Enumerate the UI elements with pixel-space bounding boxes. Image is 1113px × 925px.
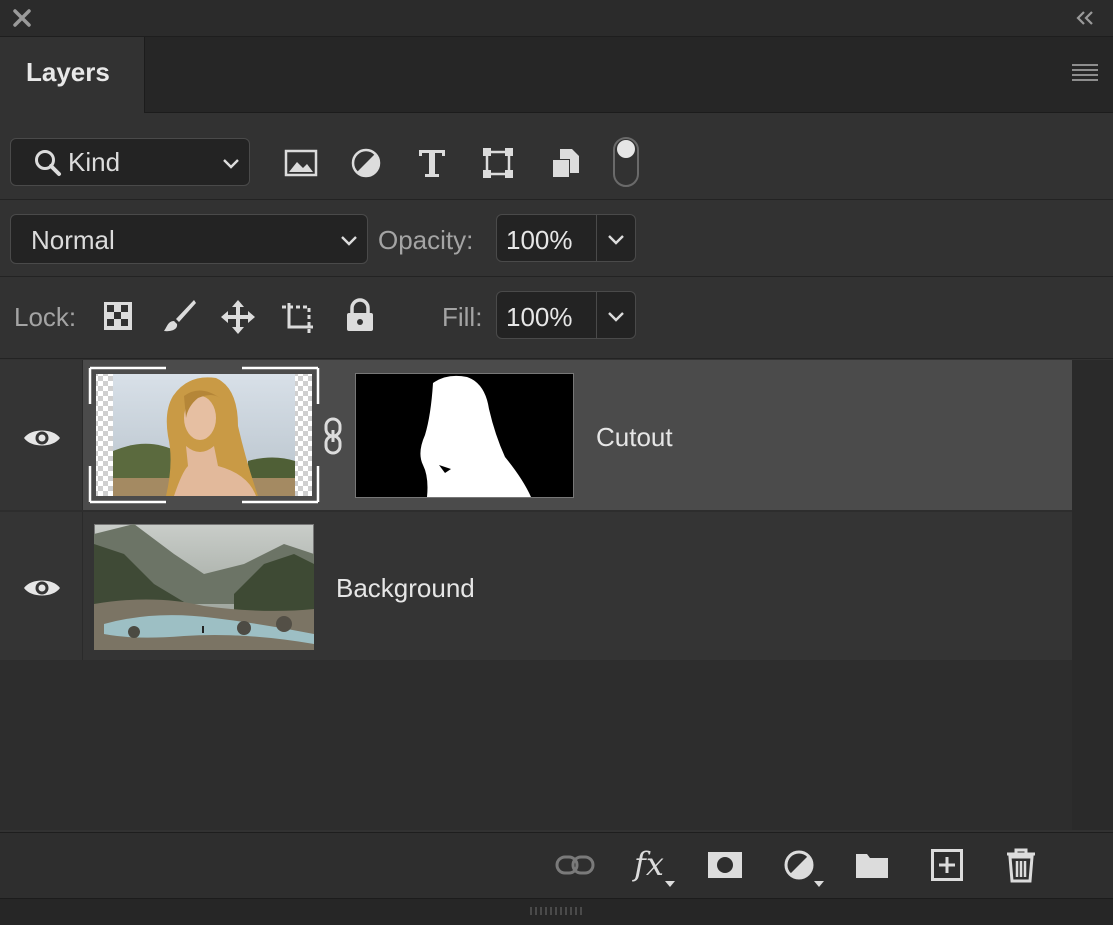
filter-kind-label: Kind [68,147,121,177]
panel-menu-icon[interactable] [1070,62,1100,84]
adjustment-filter-icon[interactable] [348,145,384,181]
shape-filter-icon[interactable] [480,145,516,181]
link-layers-icon[interactable] [554,851,596,879]
fill-value: 100% [506,302,573,332]
delete-layer-icon[interactable] [1004,846,1038,884]
divider [0,199,1113,200]
layer-thumbnail-background[interactable] [94,524,314,650]
link-mask-icon[interactable] [321,416,345,456]
eye-icon[interactable] [22,575,62,601]
lock-label: Lock: [14,302,77,332]
layer-thumbnail-cutout[interactable] [88,366,320,504]
blend-mode-value: Normal [31,225,115,255]
lock-image-pixels-icon[interactable] [160,297,198,335]
lock-transparent-pixels-icon[interactable] [102,300,134,332]
divider [0,276,1113,277]
dropdown-triangle-icon [814,881,824,887]
resize-grip-icon[interactable] [530,907,582,915]
fill-label: Fill: [442,302,483,332]
layer-style-fx-icon[interactable]: fx [634,845,664,883]
opacity-value: 100% [506,225,573,255]
divider [0,358,1113,359]
filter-toggle-knob [617,140,635,158]
smart-object-filter-icon[interactable] [548,145,584,181]
add-mask-icon[interactable] [706,850,744,880]
collapse-panel-icon[interactable] [1073,8,1097,28]
opacity-dropdown-icon[interactable] [605,228,627,250]
lock-artboard-icon[interactable] [280,298,318,336]
dropdown-triangle-icon [665,881,675,887]
tab-bar [0,37,1113,113]
type-filter-icon[interactable] [414,145,450,181]
chevron-down-icon [341,236,357,246]
new-adjustment-layer-icon[interactable] [782,848,816,882]
divider [596,215,597,261]
chevron-down-icon [223,159,239,169]
divider [596,292,597,338]
layer-name-background[interactable]: Background [336,573,475,604]
layers-scrollbar[interactable] [1072,360,1113,830]
close-icon[interactable] [12,8,32,28]
layer-mask-thumbnail[interactable] [355,373,574,498]
panel-resize-strip[interactable] [0,898,1113,925]
new-group-icon[interactable] [854,850,890,880]
filter-toggle-switch[interactable] [613,137,639,187]
lock-all-icon[interactable] [343,298,377,334]
fill-dropdown-icon[interactable] [605,305,627,327]
lock-position-icon[interactable] [219,298,257,336]
layer-name-cutout[interactable]: Cutout [596,422,673,453]
new-layer-icon[interactable] [930,848,964,882]
tab-layers-label: Layers [26,57,110,87]
eye-icon[interactable] [22,425,62,451]
image-filter-icon[interactable] [283,145,319,181]
opacity-label: Opacity: [378,225,474,255]
panel-title-bar [0,0,1113,37]
search-icon [35,150,61,176]
